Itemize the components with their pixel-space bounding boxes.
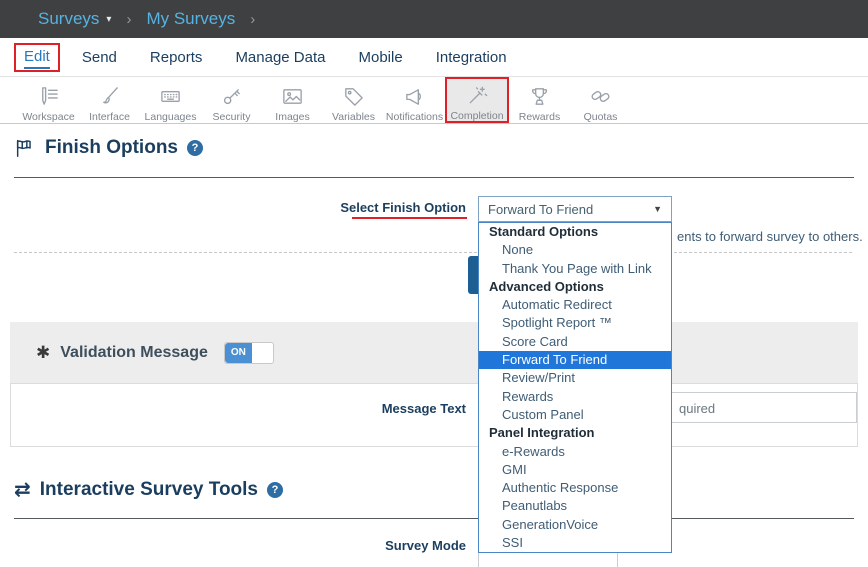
dropdown-option[interactable]: Automatic Redirect <box>479 296 671 314</box>
dropdown-option[interactable]: Custom Panel <box>479 406 671 424</box>
main-tab-bar: Edit Send Reports Manage Data Mobile Int… <box>0 38 868 77</box>
option-description-text: ents to forward survey to others. <box>677 229 863 244</box>
dropdown-option[interactable]: GenerationVoice <box>479 516 671 534</box>
dropdown-option[interactable]: None <box>479 241 671 259</box>
section-divider <box>14 518 854 519</box>
breadcrumb-separator-icon: › <box>126 11 131 28</box>
validation-message-toggle[interactable]: ON <box>224 342 274 364</box>
finish-options-heading: Finish Options ? <box>14 137 203 159</box>
toolbar-item-completion[interactable]: Completion <box>445 77 509 123</box>
selected-value: Forward To Friend <box>488 202 593 217</box>
tab-mobile[interactable]: Mobile <box>359 49 403 66</box>
megaphone-icon <box>403 84 426 108</box>
pencil-notes-icon <box>37 84 60 108</box>
toolbar-item-label: Workspace <box>22 111 74 123</box>
magic-wand-icon <box>466 84 489 107</box>
finish-option-dropdown-list: Standard Options None Thank You Page wit… <box>478 222 672 553</box>
dropdown-group-label: Standard Options <box>479 223 671 241</box>
dropdown-option[interactable]: e-Rewards <box>479 443 671 461</box>
chevron-down-icon[interactable]: ▾ <box>106 14 111 25</box>
section-title: Finish Options <box>45 137 178 159</box>
section-divider <box>14 177 854 178</box>
toolbar-item-label: Variables <box>332 111 375 123</box>
edit-toolbar: Workspace Interface Languages Security I… <box>0 77 868 124</box>
dropdown-option[interactable]: Score Card <box>479 333 671 351</box>
dropdown-group-label: Panel Integration <box>479 424 671 442</box>
flag-icon <box>14 137 36 159</box>
tab-integration[interactable]: Integration <box>436 49 507 66</box>
toggle-on-label: ON <box>225 343 252 363</box>
top-navigation-bar: Surveys ▾ › My Surveys › <box>0 0 868 38</box>
breadcrumb-separator-icon: › <box>250 11 255 28</box>
tab-reports[interactable]: Reports <box>150 49 203 66</box>
toolbar-item-label: Quotas <box>584 111 618 123</box>
validation-message-header: ✱ Validation Message ON <box>10 322 858 383</box>
swap-arrows-icon: ⇄ <box>14 480 31 500</box>
toolbar-item-label: Rewards <box>519 111 560 123</box>
keyboard-icon <box>159 84 182 108</box>
toolbar-item-label: Interface <box>89 111 130 123</box>
image-icon <box>281 84 304 108</box>
toolbar-item-interface[interactable]: Interface <box>79 77 140 123</box>
interactive-survey-tools-heading: ⇄ Interactive Survey Tools ? <box>14 479 283 501</box>
toolbar-item-notifications[interactable]: Notifications <box>384 77 445 123</box>
toolbar-item-label: Security <box>213 111 251 123</box>
dropdown-option[interactable]: Thank You Page with Link <box>479 260 671 278</box>
chain-links-icon <box>589 84 612 108</box>
dropdown-option[interactable]: Peanutlabs <box>479 497 671 515</box>
survey-edit-completion-page: Surveys ▾ › My Surveys › Edit Send Repor… <box>0 0 868 567</box>
annotation-box-edit: Edit <box>14 43 60 72</box>
help-icon[interactable]: ? <box>267 482 283 498</box>
toolbar-item-label: Completion <box>450 110 503 122</box>
select-arrow-icon: ▼ <box>653 204 662 214</box>
annotation-underline <box>352 217 467 219</box>
toolbar-item-workspace[interactable]: Workspace <box>18 77 79 123</box>
tab-send[interactable]: Send <box>82 49 117 66</box>
dropdown-option-selected[interactable]: Forward To Friend <box>479 351 671 369</box>
message-text-value: quired <box>679 401 715 416</box>
key-icon <box>220 84 243 108</box>
toolbar-item-variables[interactable]: Variables <box>323 77 384 123</box>
message-text-label: Message Text <box>330 401 466 416</box>
dropdown-group-label: Advanced Options <box>479 278 671 296</box>
breadcrumb-my-surveys[interactable]: My Surveys <box>146 9 235 29</box>
dropdown-option[interactable]: GMI <box>479 461 671 479</box>
validation-message-title: Validation Message <box>60 344 208 362</box>
dashed-divider <box>14 252 852 253</box>
toolbar-item-security[interactable]: Security <box>201 77 262 123</box>
help-icon[interactable]: ? <box>187 140 203 156</box>
dropdown-option[interactable]: Review/Print <box>479 369 671 387</box>
toolbar-item-languages[interactable]: Languages <box>140 77 201 123</box>
asterisk-icon: ✱ <box>36 343 50 363</box>
dropdown-option[interactable]: SSI <box>479 534 671 552</box>
toolbar-item-label: Images <box>275 111 309 123</box>
breadcrumb-surveys[interactable]: Surveys <box>38 9 99 29</box>
tab-manage-data[interactable]: Manage Data <box>235 49 325 66</box>
survey-mode-label: Survey Mode <box>330 538 466 553</box>
dropdown-option[interactable]: Rewards <box>479 388 671 406</box>
toolbar-item-rewards[interactable]: Rewards <box>509 77 570 123</box>
select-finish-option-label: Select Finish Option <box>330 200 466 215</box>
section-title: Interactive Survey Tools <box>40 479 258 501</box>
tag-icon <box>342 84 365 108</box>
dropdown-option[interactable]: Authentic Response <box>479 479 671 497</box>
toolbar-item-label: Languages <box>145 111 197 123</box>
trophy-icon <box>528 84 551 108</box>
tab-edit[interactable]: Edit <box>24 48 50 69</box>
toolbar-item-quotas[interactable]: Quotas <box>570 77 631 123</box>
toolbar-item-images[interactable]: Images <box>262 77 323 123</box>
option-description-row: ents to forward survey to others. ? <box>677 229 868 244</box>
paintbrush-icon <box>98 84 121 108</box>
dropdown-option[interactable]: Spotlight Report ™ <box>479 314 671 332</box>
toolbar-item-label: Notifications <box>386 111 443 123</box>
finish-option-select[interactable]: Forward To Friend ▼ <box>478 196 672 222</box>
